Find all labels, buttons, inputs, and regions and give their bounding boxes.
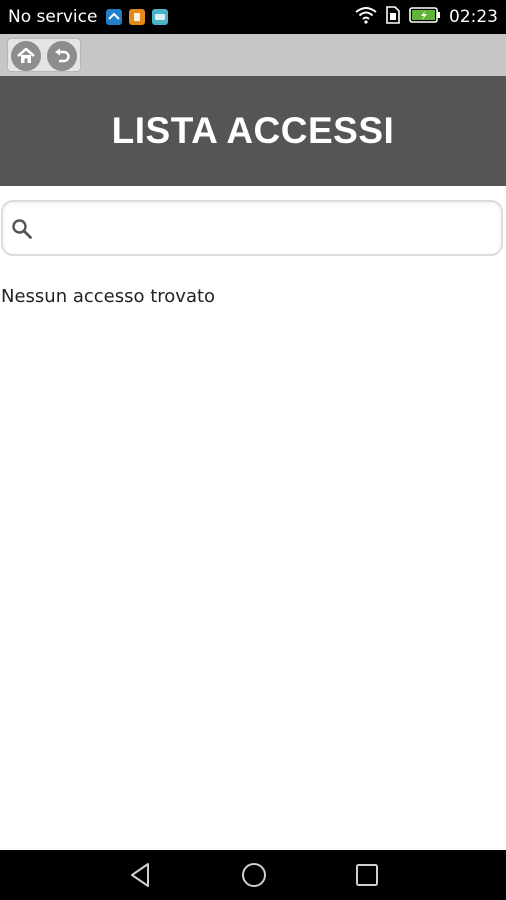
search-input[interactable]	[41, 208, 495, 250]
app-notification-icon	[129, 9, 146, 25]
sim-icon	[385, 5, 401, 30]
back-button[interactable]	[47, 41, 77, 71]
page-header: LISTA ACCESSI	[0, 76, 506, 186]
system-navigation-bar	[0, 850, 506, 900]
status-bar: No service 02:23	[0, 0, 506, 34]
battery-charging-icon	[409, 6, 441, 29]
status-bar-left: No service	[8, 0, 169, 34]
nav-recents-icon[interactable]	[353, 861, 381, 889]
page-title: LISTA ACCESSI	[111, 110, 395, 151]
wifi-icon	[355, 6, 377, 29]
status-bar-right: 02:23	[355, 0, 498, 34]
nav-home-icon[interactable]	[240, 861, 268, 889]
back-arrow-icon	[55, 48, 70, 63]
carrier-label: No service	[8, 7, 98, 27]
nav-back-icon[interactable]	[127, 861, 155, 889]
toolbar-button-group	[7, 38, 81, 72]
home-button[interactable]	[11, 41, 41, 71]
empty-list-message: Nessun accesso trovato	[1, 286, 216, 307]
app-notification-icon	[152, 9, 169, 25]
search-box[interactable]	[1, 200, 503, 256]
clock: 02:23	[449, 7, 498, 27]
home-icon	[17, 47, 35, 63]
search-icon	[12, 219, 32, 239]
app-notification-icon	[106, 9, 123, 25]
app-toolbar	[0, 34, 506, 76]
